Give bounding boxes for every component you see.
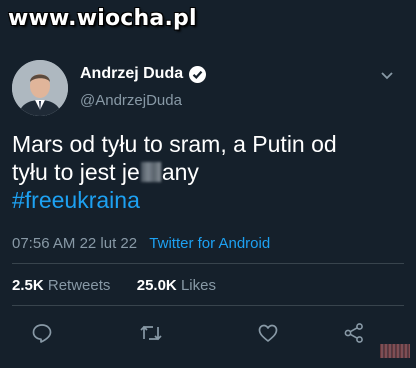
- likes-label[interactable]: Likes: [181, 277, 216, 294]
- action-bar: [0, 318, 416, 348]
- share-icon[interactable]: [339, 318, 369, 348]
- hashtag-link[interactable]: #freeukraina: [12, 186, 407, 214]
- tweet-source[interactable]: Twitter for Android: [149, 235, 270, 252]
- likes-count[interactable]: 25.0K: [137, 277, 177, 294]
- tweet-date: 22 lut 22: [79, 235, 138, 252]
- tweet-line-2-end: any: [161, 159, 199, 185]
- tweet-line-2: tyłu to jest je any: [12, 158, 407, 186]
- corner-stamp: [380, 344, 410, 358]
- reply-icon[interactable]: [27, 318, 57, 348]
- divider: [12, 263, 404, 264]
- watermark: www.wiocha.pl: [8, 6, 197, 31]
- author-handle[interactable]: @AndrzejDuda: [80, 92, 182, 109]
- tweet-line-2-start: tyłu to jest je: [12, 159, 140, 185]
- tweet-stats: 2.5K Retweets 25.0K Likes: [12, 277, 216, 294]
- retweets-count[interactable]: 2.5K: [12, 277, 44, 294]
- avatar[interactable]: [12, 60, 68, 116]
- like-icon[interactable]: [253, 318, 283, 348]
- tweet-meta: 07:56 AM 22 lut 22 Twitter for Android: [12, 235, 270, 252]
- censor-blur: [140, 162, 161, 182]
- tweet-text: Mars od tyłu to sram, a Putin od tyłu to…: [12, 130, 407, 214]
- tweet-line-1: Mars od tyłu to sram, a Putin od: [12, 131, 337, 157]
- divider: [12, 305, 404, 306]
- tweet-time: 07:56 AM: [12, 235, 76, 252]
- chevron-down-icon[interactable]: [380, 68, 394, 86]
- verified-icon: [189, 65, 207, 83]
- author-name[interactable]: Andrzej Duda: [80, 65, 183, 83]
- retweet-icon[interactable]: [136, 318, 166, 348]
- retweets-label[interactable]: Retweets: [48, 277, 111, 294]
